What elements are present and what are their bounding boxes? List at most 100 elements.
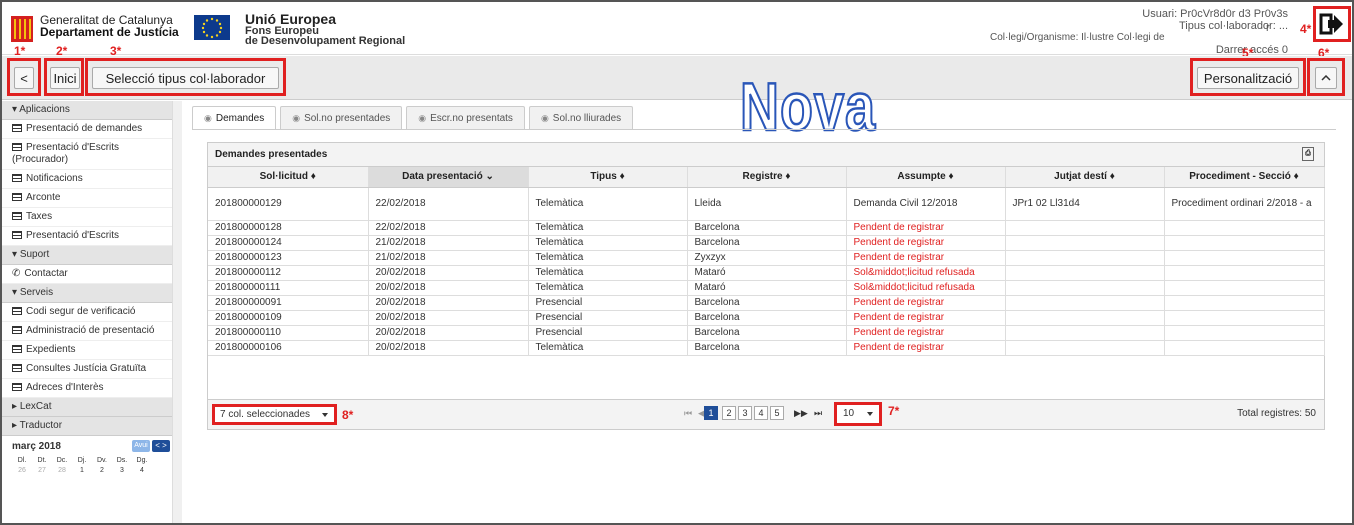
eye-icon: ◉ <box>292 112 301 123</box>
sidebar-section-aplicacions[interactable]: ▾ Aplicacions <box>2 101 181 120</box>
sidebar-section-lexcat[interactable]: ▸ LexCat <box>2 398 181 417</box>
table-cell <box>1005 250 1165 266</box>
section-title: Traductor <box>19 420 63 431</box>
back-button[interactable]: < <box>14 67 34 89</box>
calendar-day[interactable]: 1 <box>72 466 92 476</box>
last-page-icon[interactable]: ⏭ <box>814 408 822 419</box>
column-header[interactable]: Procediment - Secció ♦ <box>1164 167 1325 188</box>
sidebar-item-demandes[interactable]: Presentació de demandes <box>2 120 172 139</box>
column-selector[interactable]: 7 col. seleccionades <box>212 404 337 425</box>
sidebar-scrollbar[interactable] <box>172 101 182 523</box>
calendar-day[interactable]: 3 <box>112 466 132 476</box>
table-cell <box>1164 265 1325 281</box>
calendar-day[interactable]: 27 <box>32 466 52 476</box>
total-records: Total registres: 50 <box>1237 408 1316 419</box>
tab-label: Sol.no lliurades <box>552 112 622 124</box>
tab-bar: ◉ Demandes ◉ Sol.no presentades ◉ Escr.no p… <box>192 106 637 130</box>
column-header[interactable]: Jutjat destí ♦ <box>1005 167 1165 188</box>
page-button[interactable]: 5 <box>770 406 784 420</box>
table-cell: Sol&middot;licitud refusada <box>846 280 1006 296</box>
column-header[interactable]: Data presentació ⌄ <box>368 167 529 188</box>
sidebar-section-traductor[interactable]: ▸ Traductor <box>2 417 181 436</box>
table-cell: Telemàtica <box>528 250 688 266</box>
calendar-day[interactable]: 26 <box>12 466 32 476</box>
table-row[interactable]: 201800000110 20/02/2018 Presencial Barcelon… <box>208 325 1325 341</box>
list-icon <box>12 143 22 151</box>
pdf-export-icon[interactable]: ⎙ <box>1302 147 1314 161</box>
sidebar-item-taxes[interactable]: Taxes <box>2 208 172 227</box>
sidebar-item-expedients[interactable]: Expedients <box>2 341 172 360</box>
column-header[interactable]: Registre ♦ <box>687 167 847 188</box>
column-header[interactable]: Sol·licitud ♦ <box>208 167 369 188</box>
selector-button-frame: Selecció tipus col·laborador <box>85 58 286 96</box>
table-cell: Pendent de registrar <box>846 235 1006 251</box>
table-row[interactable]: 201800000124 21/02/2018 Telemàtica Barcelon… <box>208 235 1325 251</box>
sidebar-item-contactar[interactable]: ✆ Contactar <box>2 265 172 284</box>
calendar-day-header: Dg. <box>136 457 148 464</box>
annotation-7: 7* <box>888 404 900 418</box>
calendar-day[interactable]: 28 <box>52 466 72 476</box>
section-title: Aplicacions <box>19 104 70 115</box>
first-page-icon[interactable]: ⏮ <box>684 408 692 419</box>
table-row[interactable]: 201800000123 21/02/2018 Telemàtica Zyxzyx Pe… <box>208 250 1325 266</box>
calendar-today-button[interactable]: Avui <box>132 440 150 452</box>
table-row[interactable]: 201800000111 20/02/2018 Telemàtica Mataró So… <box>208 280 1325 296</box>
sidebar-section-suport[interactable]: ▾ Suport <box>2 246 181 265</box>
column-header[interactable]: Assumpte ♦ <box>846 167 1006 188</box>
table-row[interactable]: 201800000128 22/02/2018 Telemàtica Barcelon… <box>208 220 1325 236</box>
page-button[interactable]: 3 <box>738 406 752 420</box>
logout-button[interactable] <box>1313 6 1351 42</box>
next-page-icon[interactable]: ▶▶ <box>794 408 808 419</box>
sidebar-item-notificacions[interactable]: Notificacions <box>2 170 172 189</box>
page-size-select[interactable]: 10 <box>834 402 882 426</box>
sidebar-item-justicia-gratuita[interactable]: Consultes Justícia Gratuïta <box>2 360 172 379</box>
sidebar-item-escrits[interactable]: Presentació d'Escrits <box>2 227 172 246</box>
page-button[interactable]: 4 <box>754 406 768 420</box>
sidebar-item-label: Arconte <box>26 192 61 203</box>
column-header[interactable]: Tipus ♦ <box>528 167 688 188</box>
table-cell: Lleida <box>687 187 847 221</box>
home-button[interactable]: Inici <box>50 67 80 89</box>
table-cell: 21/02/2018 <box>368 235 529 251</box>
sidebar-item-arconte[interactable]: Arconte <box>2 189 172 208</box>
table-cell <box>1164 295 1325 311</box>
table-cell: 201800000109 <box>208 310 369 326</box>
table-cell: JPr1 02 Ll31d4 <box>1005 187 1165 221</box>
calendar-day[interactable]: 4 <box>132 466 152 476</box>
table-cell <box>1164 250 1325 266</box>
calendar-grid: Dl. Dt. Dc. Dj. Dv. Ds. Dg. 26 27 28 1 2… <box>12 456 171 476</box>
list-icon <box>12 364 22 372</box>
tab-divider <box>192 129 1336 130</box>
tab-demandes[interactable]: ◉ Demandes <box>192 106 277 130</box>
customize-button[interactable]: Personalització <box>1197 67 1299 89</box>
sidebar-item-adreces[interactable]: Adreces d'Interès <box>2 379 172 398</box>
page-button[interactable]: 2 <box>722 406 736 420</box>
tab-escr-no-presentats[interactable]: ◉ Escr.no presentats <box>406 106 525 129</box>
table-cell: 201800000124 <box>208 235 369 251</box>
sidebar-item-csv[interactable]: Codi segur de verificació <box>2 303 172 322</box>
collapse-button[interactable] <box>1315 67 1337 89</box>
list-icon <box>12 307 22 315</box>
table-header-row: Sol·licitud ♦ Data presentació ⌄ Tipus ♦… <box>208 167 1325 188</box>
table-row[interactable]: 201800000112 20/02/2018 Telemàtica Mataró So… <box>208 265 1325 281</box>
tab-sol-no-presentades[interactable]: ◉ Sol.no presentades <box>280 106 403 129</box>
calendar-day[interactable]: 2 <box>92 466 112 476</box>
page-button[interactable]: 1 <box>704 406 718 420</box>
sidebar-item-admin-presentacio[interactable]: Administració de presentació <box>2 322 172 341</box>
sidebar-item-escrits-procurador[interactable]: Presentació d'Escrits (Procurador) <box>2 139 172 170</box>
sidebar-item-label: Expedients <box>26 344 76 355</box>
list-icon <box>12 345 22 353</box>
table-row[interactable]: 201800000129 22/02/2018 Telemàtica Lleida De… <box>208 187 1325 221</box>
sidebar-section-serveis[interactable]: ▾ Serveis <box>2 284 181 303</box>
table-cell: 201800000128 <box>208 220 369 236</box>
tab-sol-no-lliurades[interactable]: ◉ Sol.no lliurades <box>528 106 634 129</box>
collaborator-type-button[interactable]: Selecció tipus col·laborador <box>92 67 279 89</box>
user-org: Col·legi/Organisme: Il·lustre Col·legi d… <box>990 32 1165 43</box>
table-cell <box>1005 220 1165 236</box>
calendar-nav-buttons[interactable]: < > <box>152 440 170 452</box>
table-row[interactable]: 201800000109 20/02/2018 Presencial Barcelon… <box>208 310 1325 326</box>
table-row[interactable]: 201800000091 20/02/2018 Presencial Barcelon… <box>208 295 1325 311</box>
table-row[interactable]: 201800000106 20/02/2018 Telemàtica Barcelon… <box>208 340 1325 356</box>
chevron-down-icon <box>322 413 328 417</box>
table-cell: Demanda Civil 12/2018 <box>846 187 1006 221</box>
